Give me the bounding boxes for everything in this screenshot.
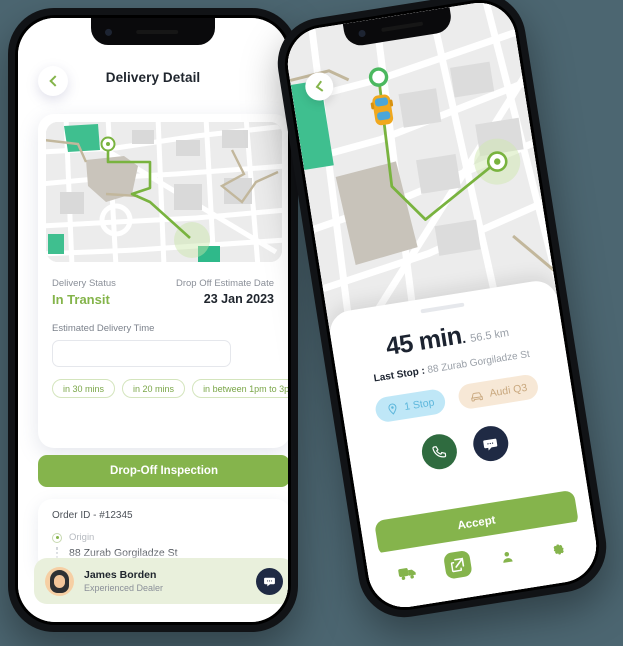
location-pin-icon xyxy=(388,403,397,415)
dropoff-date-label: Drop Off Estimate Date xyxy=(175,278,274,289)
dropoff-date-block: Drop Off Estimate Date 23 Jan 2023 xyxy=(176,278,274,306)
vehicle-chip[interactable]: Audi Q3 xyxy=(457,373,540,411)
suggestion-pill[interactable]: in 30 mins xyxy=(52,379,116,398)
delivery-status-value: In Transit xyxy=(52,292,110,307)
route-map[interactable] xyxy=(46,122,282,262)
phone-icon xyxy=(432,445,447,457)
dealer-role: Experienced Dealer xyxy=(84,583,164,593)
dealer-name: James Borden xyxy=(84,569,157,581)
left-phone-mockup: Delivery Detail Delivery Status In Trans… xyxy=(8,8,298,632)
origin-label: Origin xyxy=(69,532,95,543)
stops-chip-label: 1 Stop xyxy=(403,395,436,413)
map-graphic xyxy=(282,0,557,330)
avatar xyxy=(45,566,74,596)
origin-row: Origin xyxy=(52,532,276,543)
vehicle-chip-label: Audi Q3 xyxy=(488,381,529,400)
chat-bubble-icon xyxy=(264,577,275,586)
trip-map[interactable] xyxy=(282,0,557,330)
tab-settings[interactable] xyxy=(542,534,572,564)
start-marker xyxy=(368,67,389,87)
eta-time: 45 min xyxy=(383,321,464,362)
chat-bubble-icon xyxy=(483,438,498,450)
drop-off-inspection-button[interactable]: Drop-Off Inspection xyxy=(38,455,288,487)
chevron-left-icon xyxy=(315,80,327,92)
suggestion-pill[interactable]: in 20 mins xyxy=(122,379,186,398)
truck-icon xyxy=(398,568,417,580)
camera-icon xyxy=(358,29,367,38)
time-suggestion-pills: in 30 mins in 20 mins in between 1pm to … xyxy=(52,379,288,398)
tab-deliveries[interactable] xyxy=(393,558,423,588)
order-id: Order ID - #12345 xyxy=(52,510,133,521)
dealer-chat-button[interactable] xyxy=(256,567,283,595)
eta-row: 45 min. 56.5 km xyxy=(331,306,563,371)
tab-profile[interactable] xyxy=(493,542,523,572)
delivery-status-row: Delivery Status In Transit Drop Off Esti… xyxy=(52,278,274,307)
delivery-detail-card: Delivery Status In Transit Drop Off Esti… xyxy=(38,114,288,448)
speaker-grill xyxy=(381,21,424,33)
person-icon xyxy=(503,551,513,563)
chat-button[interactable] xyxy=(470,423,511,464)
right-phone-mockup: 45 min. 56.5 km Last Stop : 88 Zurab Gor… xyxy=(271,0,613,624)
left-phone-bezel: Delivery Detail Delivery Status In Trans… xyxy=(15,15,291,625)
right-phone-bezel: 45 min. 56.5 km Last Stop : 88 Zurab Gor… xyxy=(279,0,605,616)
left-phone-screen: Delivery Detail Delivery Status In Trans… xyxy=(18,18,288,622)
estimated-delivery-time-input[interactable] xyxy=(52,340,231,367)
delivery-header: Delivery Detail xyxy=(18,64,288,106)
eta-distance: 56.5 km xyxy=(469,326,510,345)
right-phone-screen: 45 min. 56.5 km Last Stop : 88 Zurab Gor… xyxy=(282,0,602,613)
phone-notch xyxy=(91,18,215,45)
camera-icon xyxy=(105,28,112,36)
delivery-status-label: Delivery Status xyxy=(52,278,116,289)
page-title: Delivery Detail xyxy=(105,70,201,85)
origin-dot-icon xyxy=(52,532,62,543)
screenshot-stage: Delivery Detail Delivery Status In Trans… xyxy=(0,0,623,646)
delivery-status-block: Delivery Status In Transit xyxy=(52,278,116,307)
action-buttons xyxy=(348,412,581,483)
dropoff-date-value: 23 Jan 2023 xyxy=(203,292,274,306)
suggestion-pill[interactable]: in between 1pm to 3pm xyxy=(192,379,288,398)
share-arrow-icon xyxy=(450,557,464,573)
speaker-grill xyxy=(136,29,179,34)
sheet-grabber[interactable] xyxy=(420,302,465,314)
map-graphic xyxy=(46,122,282,262)
last-stop-label: Last Stop : xyxy=(372,365,426,385)
trip-info-sheet: 45 min. 56.5 km Last Stop : 88 Zurab Gor… xyxy=(327,278,602,613)
dealer-info: James Borden Experienced Dealer xyxy=(84,569,163,593)
dealer-bar[interactable]: James Borden Experienced Dealer xyxy=(34,558,288,604)
stops-chip[interactable]: 1 Stop xyxy=(373,387,448,424)
car-icon xyxy=(471,391,484,401)
gear-icon xyxy=(553,544,564,555)
tab-trips[interactable] xyxy=(442,549,473,580)
call-button[interactable] xyxy=(418,431,459,472)
estimated-delivery-time-label: Estimated Delivery Time xyxy=(52,323,155,334)
eta-separator: . xyxy=(460,329,467,347)
